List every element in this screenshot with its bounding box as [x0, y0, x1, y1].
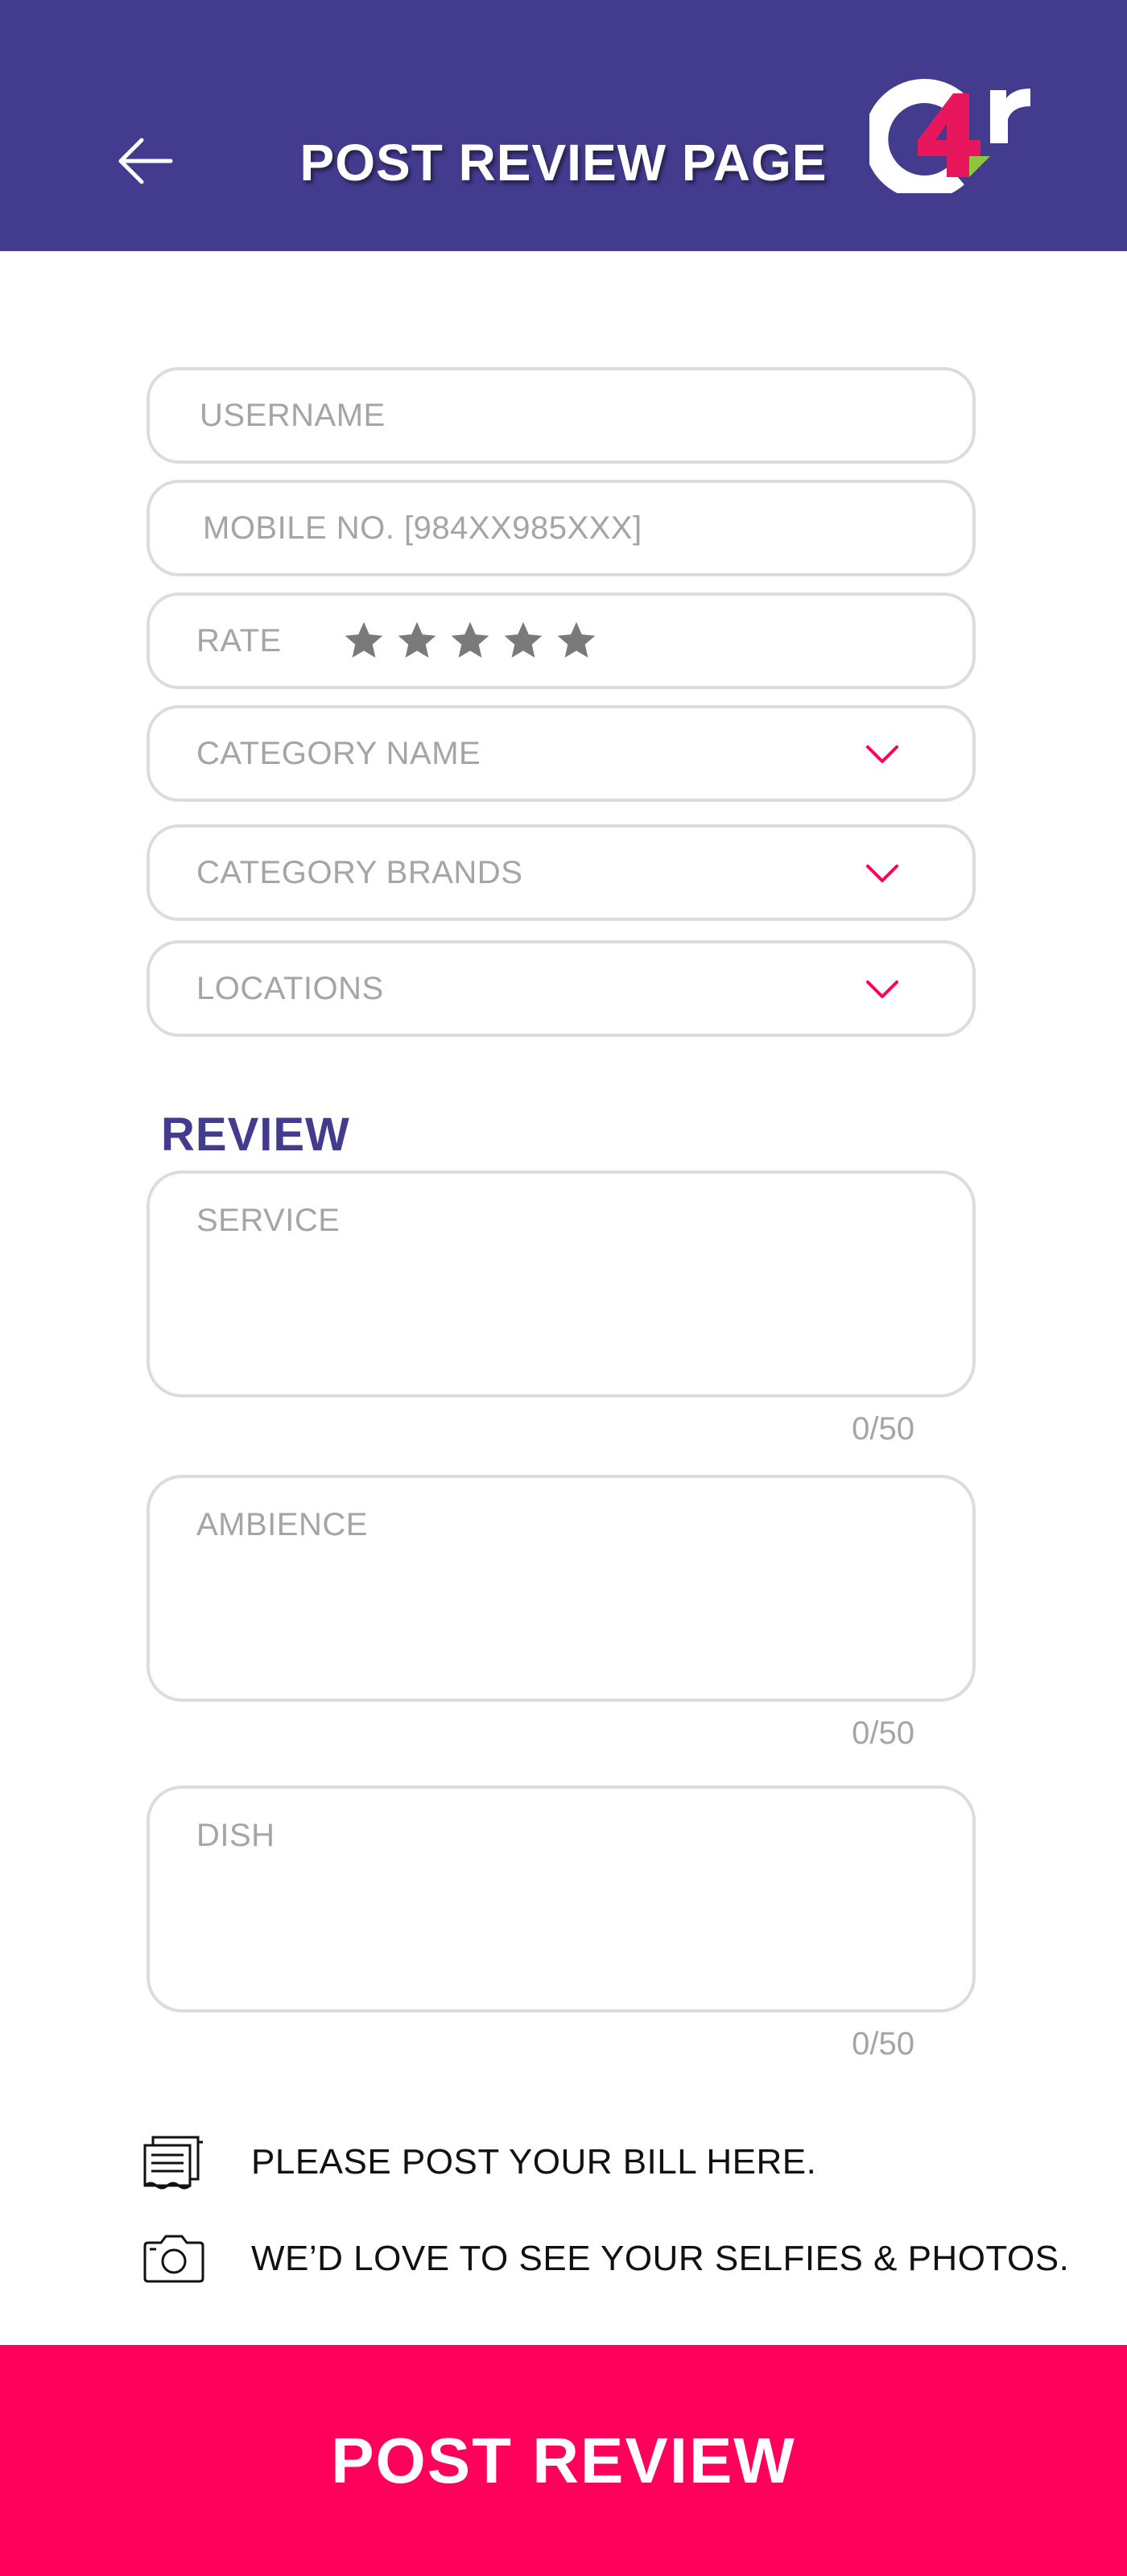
service-char-counter: 0/50: [852, 1411, 914, 1447]
star-icon-1[interactable]: [341, 618, 386, 663]
mobile-placeholder: MOBILE NO. [984XX985XXX]: [203, 510, 642, 546]
page-title: POST REVIEW PAGE: [299, 134, 828, 192]
post-review-button[interactable]: POST REVIEW: [0, 2345, 1127, 2576]
chevron-down-icon: [866, 745, 898, 763]
category-brands-select[interactable]: CATEGORY BRANDS: [147, 824, 976, 921]
review-section-title: REVIEW: [161, 1108, 350, 1161]
dish-review-input[interactable]: DISH: [147, 1785, 976, 2013]
back-button[interactable]: [113, 129, 177, 193]
dish-char-counter: 0/50: [852, 2026, 914, 2062]
post-review-page: POST REVIEW PAGE USERNAME MOBILE NO. [98…: [0, 0, 1127, 2576]
service-review-input[interactable]: SERVICE: [147, 1170, 976, 1397]
category-brands-placeholder: CATEGORY BRANDS: [196, 855, 523, 890]
mobile-field[interactable]: MOBILE NO. [984XX985XXX]: [147, 480, 976, 576]
receipt-icon: [142, 2133, 206, 2191]
chevron-down-icon: [866, 980, 898, 998]
username-placeholder: USERNAME: [200, 398, 386, 433]
category-name-select[interactable]: CATEGORY NAME: [147, 705, 976, 802]
rate-label: RATE: [196, 623, 282, 658]
service-placeholder: SERVICE: [196, 1203, 341, 1238]
star-icon-4[interactable]: [501, 618, 546, 663]
locations-placeholder: LOCATIONS: [196, 971, 384, 1006]
arrow-left-icon: [118, 138, 173, 184]
upload-photos-button[interactable]: WE’D LOVE TO SEE YOUR SELFIES & PHOTOS.: [142, 2227, 1069, 2291]
ambience-placeholder: AMBIENCE: [196, 1507, 368, 1542]
upload-photos-label: WE’D LOVE TO SEE YOUR SELFIES & PHOTOS.: [251, 2239, 1070, 2278]
dish-placeholder: DISH: [196, 1818, 275, 1853]
upload-bill-button[interactable]: PLEASE POST YOUR BILL HERE.: [142, 2130, 816, 2194]
star-rating[interactable]: [341, 618, 599, 663]
ambience-char-counter: 0/50: [852, 1715, 914, 1751]
rating-field: RATE: [147, 592, 976, 689]
c4r-logo: [869, 79, 1030, 193]
category-name-placeholder: CATEGORY NAME: [196, 736, 481, 771]
star-icon-2[interactable]: [394, 618, 440, 663]
header-bar: POST REVIEW PAGE: [0, 0, 1127, 251]
camera-icon: [142, 2230, 206, 2288]
locations-select[interactable]: LOCATIONS: [147, 940, 976, 1037]
star-icon-3[interactable]: [448, 618, 493, 663]
ambience-review-input[interactable]: AMBIENCE: [147, 1475, 976, 1702]
username-field[interactable]: USERNAME: [147, 367, 976, 464]
star-icon-5[interactable]: [554, 618, 599, 663]
upload-bill-label: PLEASE POST YOUR BILL HERE.: [251, 2142, 817, 2182]
chevron-down-icon: [866, 865, 898, 882]
